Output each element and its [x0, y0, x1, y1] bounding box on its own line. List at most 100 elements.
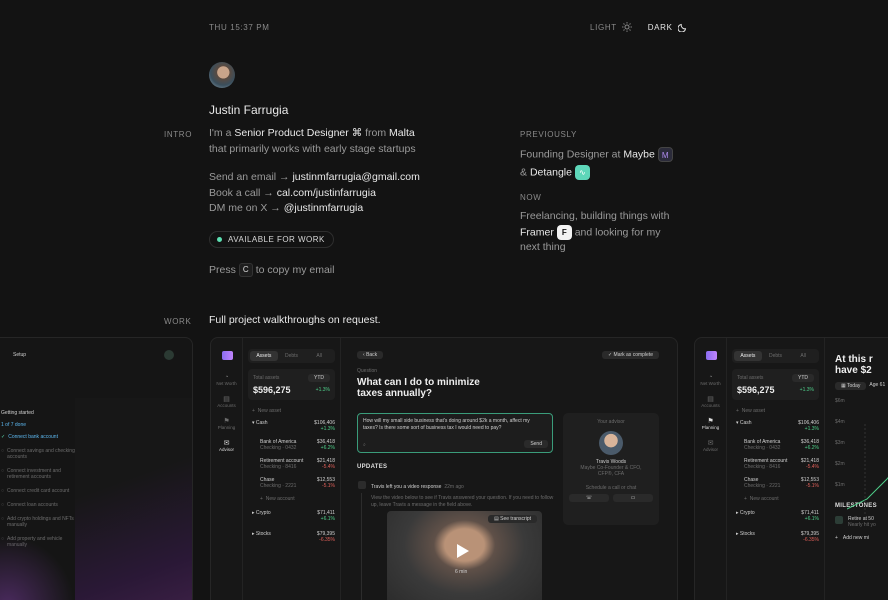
account-row[interactable]: ▾ Cash $106,406 +1.3%: [732, 420, 819, 432]
step-label: Connect savings and checking accounts: [7, 448, 75, 460]
asset-tab[interactable]: Assets: [250, 351, 278, 361]
update-item: Travis left you a video response 22m ago…: [357, 479, 557, 509]
nav-item[interactable]: ▤ Accounts: [695, 395, 726, 408]
nav-item[interactable]: ✉ Advisor: [211, 439, 242, 452]
setup-step[interactable]: ○ Connect investment and retirement accou…: [1, 468, 75, 480]
right-ytd-select[interactable]: YTD: [792, 374, 814, 382]
group-name: ▸ Stocks: [252, 531, 271, 537]
update-title: Travis left you a video response: [371, 484, 442, 490]
attach-icon[interactable]: ⌕: [363, 442, 366, 448]
planning-headline-1: At this r: [835, 354, 873, 365]
asset-tabs: Assets Debts All: [248, 349, 335, 363]
maybe-link[interactable]: Maybe: [623, 148, 655, 160]
nav-label: Accounts: [217, 403, 236, 408]
account-bottom: +1.3%: [252, 426, 335, 432]
account-delta: +6.2%: [320, 445, 335, 451]
asset-group-row[interactable]: ▸ Stocks $79,395 -6.35%: [732, 531, 819, 543]
play-icon[interactable]: [456, 543, 470, 559]
setup-step[interactable]: ✓ Connect bank account: [1, 434, 75, 440]
account-bottom: Checking · 8416 -5.4%: [744, 464, 819, 470]
new-account-button[interactable]: + New account: [260, 496, 335, 502]
back-button[interactable]: ‹ Back: [357, 351, 384, 359]
asset-group-row[interactable]: ▸ Crypto $71,411 +6.1%: [732, 510, 819, 522]
nav-item[interactable]: ⚑ Planning: [211, 417, 242, 430]
group-delta: -6.35%: [803, 537, 819, 543]
update-body: View the video below to see if Travis an…: [371, 495, 554, 508]
new-asset-button[interactable]: + New asset: [252, 408, 335, 414]
account-row[interactable]: Retirement account $21,418 Checking · 8416…: [732, 458, 819, 470]
nav-item[interactable]: ✉ Advisor: [695, 439, 726, 452]
dark-mode-button[interactable]: DARK: [648, 22, 688, 32]
mark-complete-button[interactable]: ✓ Mark as complete: [601, 351, 659, 359]
asset-tab[interactable]: Debts: [762, 351, 790, 361]
right-new-account-button[interactable]: + New account: [744, 496, 819, 502]
account-row[interactable]: Chase $12,553 Checking · 2221 -5.1%: [248, 477, 335, 489]
project-card-advisor[interactable]: ◔ Net Worth ▤ Accounts ⚑ Planning ✉ Advisor Ass…: [210, 337, 678, 600]
milestone-item[interactable]: Retire at 50 Nearly hit yo: [835, 516, 885, 528]
step-check-icon: ○: [1, 502, 5, 508]
now-line-1: Freelancing, building things with: [520, 210, 670, 222]
timeline-line: [361, 493, 362, 600]
nav-item[interactable]: ◔ Net Worth: [211, 374, 242, 386]
intro-from: from: [365, 127, 387, 139]
asset-group-row[interactable]: ▸ Stocks $79,395 -6.35%: [248, 531, 335, 543]
email-link[interactable]: justinmfarrugia@gmail.com: [292, 171, 419, 183]
account-row[interactable]: Bank of America $36,418 Checking · 0432 +6.…: [248, 439, 335, 451]
nav-item[interactable]: ⚑ Planning: [695, 417, 726, 430]
setup-step[interactable]: ○ Connect savings and checking accounts: [1, 448, 75, 460]
now-line-2: and looking for my: [574, 225, 661, 238]
nav-item[interactable]: ◔ Net Worth: [695, 374, 726, 386]
profile-name: Justin Farrugia: [209, 103, 289, 117]
advisor-card: Your advisor Travis Woods Maybe Co-Found…: [563, 413, 659, 525]
work-section-label: WORK: [164, 317, 192, 326]
send-button[interactable]: Send: [524, 440, 548, 448]
account-row[interactable]: Chase $12,553 Checking · 2221 -5.1%: [732, 477, 819, 489]
account-row[interactable]: Retirement account $21,418 Checking · 8416…: [248, 458, 335, 470]
account-delta: +6.2%: [804, 445, 819, 451]
group-bottom: -6.35%: [736, 537, 819, 543]
milestone-sub: Nearly hit yo: [848, 522, 876, 528]
setup-step[interactable]: ○ Connect credit card account: [1, 488, 75, 494]
project-card-setup[interactable]: Setup Getting started 1 of 7 done ✓ Conne…: [0, 337, 193, 600]
asset-tab[interactable]: All: [789, 351, 817, 361]
account-row[interactable]: ▾ Cash $106,406 +1.3%: [248, 420, 335, 432]
age-label: Age 61: [869, 382, 886, 388]
question-input[interactable]: How will my small side business that's d…: [357, 413, 553, 453]
detangle-link[interactable]: Detangle: [530, 166, 572, 178]
total-assets-label: Total assets: [253, 375, 280, 381]
asset-group-row[interactable]: ▸ Crypto $71,411 +6.1%: [248, 510, 335, 522]
assets-panel: Assets Debts All Total assets YTD $596,275 +…: [243, 338, 341, 600]
previously-label: PREVIOUSLY: [520, 130, 577, 139]
group-bottom: +6.1%: [736, 516, 819, 522]
account-delta: +1.3%: [804, 426, 819, 432]
light-label: LIGHT: [590, 22, 617, 32]
question-label: Question: [357, 368, 378, 374]
asset-tab[interactable]: Assets: [734, 351, 762, 361]
right-total-assets-label: Total assets: [737, 375, 764, 381]
account-delta: -5.1%: [805, 483, 819, 489]
setup-step[interactable]: ○ Connect loan accounts: [1, 502, 75, 508]
add-milestone-button[interactable]: + Add new mi: [835, 535, 885, 541]
setup-step[interactable]: ○ Add crypto holdings and NFTs manually: [1, 516, 75, 528]
chat-icon[interactable]: ▭: [613, 494, 653, 502]
copy-key[interactable]: C: [238, 263, 253, 277]
phone-icon[interactable]: ☏: [569, 494, 609, 502]
nav-item[interactable]: ▤ Accounts: [211, 395, 242, 408]
transcript-button[interactable]: ▤ See transcript: [488, 515, 537, 523]
right-new-asset-button[interactable]: + New asset: [736, 408, 819, 414]
setup-checklist: Getting started 1 of 7 done ✓ Connect ban…: [1, 410, 75, 556]
ytd-select[interactable]: YTD: [308, 374, 330, 382]
video-player[interactable]: ▤ See transcript 6 min: [387, 511, 542, 600]
framer-link[interactable]: Framer: [520, 226, 554, 238]
account-row[interactable]: Bank of America $36,418 Checking · 0432 +6.…: [732, 439, 819, 451]
asset-tab[interactable]: All: [305, 351, 333, 361]
moon-icon: [677, 23, 686, 32]
project-card-planning[interactable]: ◔ Net Worth ▤ Accounts ⚑ Planning ✉ Advisor Ass…: [694, 337, 888, 600]
call-link[interactable]: cal.com/justinfarrugia: [277, 187, 376, 199]
status-dot: [217, 237, 222, 242]
nav-icon: ◔: [708, 374, 713, 381]
asset-tab[interactable]: Debts: [278, 351, 306, 361]
today-button[interactable]: ▦ Today: [835, 382, 867, 390]
light-mode-button[interactable]: LIGHT: [590, 22, 632, 32]
x-handle-link[interactable]: @justinmfarrugia: [284, 202, 364, 214]
